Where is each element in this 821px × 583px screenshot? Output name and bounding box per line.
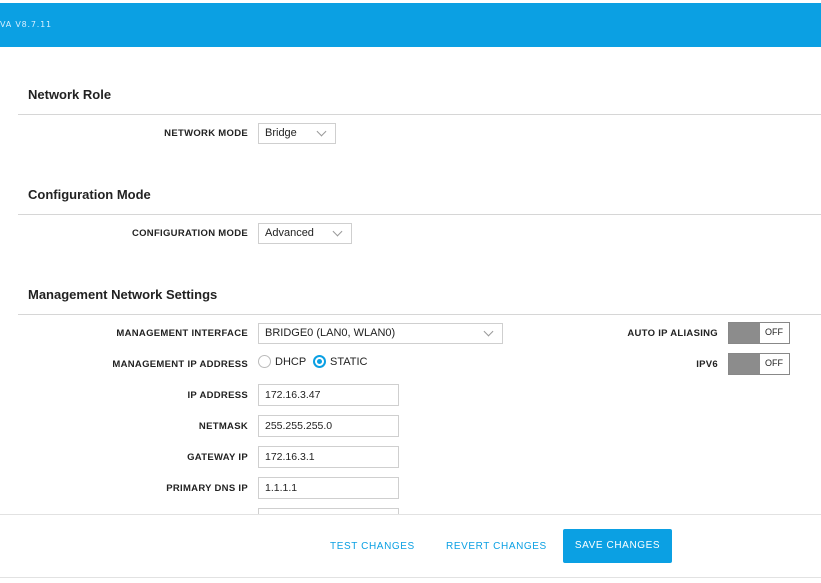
configuration-mode-select[interactable]: Advanced (258, 223, 352, 244)
network-mode-select[interactable]: Bridge (258, 123, 336, 144)
chevron-down-icon (332, 226, 343, 237)
section-title-management: Management Network Settings (28, 287, 218, 302)
ip-address-label: IP ADDRESS (187, 390, 248, 401)
divider (18, 114, 821, 115)
test-changes-button[interactable]: TEST CHANGES (330, 541, 415, 552)
management-interface-select[interactable]: BRIDGE0 (LAN0, WLAN0) (258, 323, 503, 344)
revert-changes-button[interactable]: REVERT CHANGES (446, 541, 547, 552)
network-mode-label: NETWORK MODE (164, 128, 248, 139)
management-ip-address-label: MANAGEMENT IP ADDRESS (112, 359, 248, 370)
save-changes-button[interactable]: SAVE CHANGES (563, 529, 672, 563)
ipv6-toggle[interactable]: OFF (728, 353, 790, 375)
toggle-knob (729, 323, 760, 343)
toggle-state: OFF (765, 327, 783, 337)
auto-ip-aliasing-label: AUTO IP ALIASING (627, 328, 718, 339)
footer-divider (0, 577, 821, 578)
management-interface-label: MANAGEMENT INTERFACE (116, 328, 248, 339)
ipv6-label: IPV6 (696, 359, 718, 370)
dhcp-radio-label: DHCP (275, 356, 307, 368)
section-title-network-role: Network Role (28, 87, 112, 102)
primary-dns-label: PRIMARY DNS IP (166, 483, 248, 494)
gateway-ip-label: GATEWAY IP (187, 452, 248, 463)
divider (18, 314, 821, 315)
netmask-label: NETMASK (198, 421, 248, 432)
section-title-configuration-mode: Configuration Mode (28, 187, 151, 202)
configuration-mode-label: CONFIGURATION MODE (131, 228, 248, 239)
chevron-down-icon (483, 326, 494, 337)
auto-ip-aliasing-toggle[interactable]: OFF (728, 322, 790, 344)
primary-dns-input[interactable]: 1.1.1.1 (258, 477, 399, 499)
management-interface-value: BRIDGE0 (LAN0, WLAN0) (265, 327, 396, 339)
static-radio[interactable] (313, 355, 326, 368)
toggle-state: OFF (765, 358, 783, 368)
configuration-mode-value: Advanced (265, 227, 314, 239)
netmask-input[interactable]: 255.255.255.0 (258, 415, 399, 437)
static-radio-label: STATIC (330, 356, 368, 368)
divider (18, 214, 821, 215)
network-mode-value: Bridge (265, 127, 297, 139)
dhcp-radio[interactable] (258, 355, 271, 368)
toggle-knob (729, 354, 760, 374)
ip-address-input[interactable]: 172.16.3.47 (258, 384, 399, 406)
version-label: VA V8.7.11 (0, 20, 52, 29)
gateway-ip-input[interactable]: 172.16.3.1 (258, 446, 399, 468)
top-bar: VA V8.7.11 (0, 3, 821, 47)
chevron-down-icon (316, 126, 327, 137)
